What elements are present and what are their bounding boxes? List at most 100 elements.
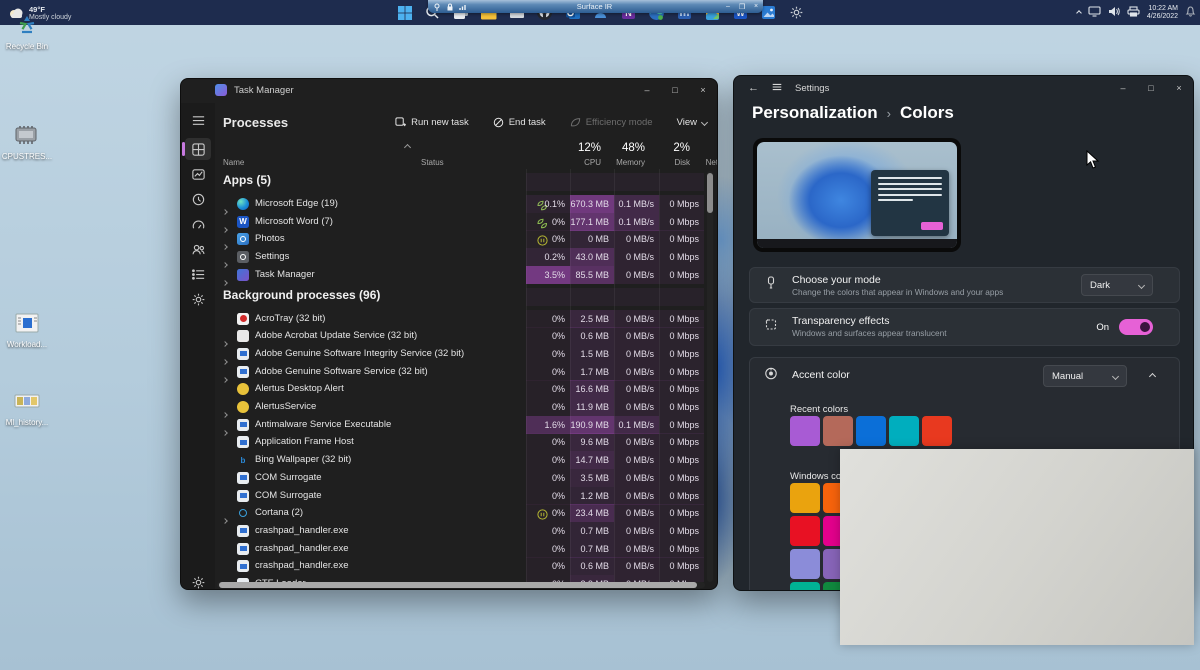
minimize-button[interactable]: – [633,79,661,101]
disk-value: 0 MB/s [614,248,659,267]
settings-titlebar[interactable]: ← Settings – □ × [734,76,1193,100]
group-header[interactable]: Background processes (96) [215,287,707,308]
windows-color-swatch-0[interactable] [790,483,820,513]
maximize-button[interactable]: □ [1137,77,1165,99]
process-row[interactable]: Alertus Desktop Alert 0% 16.6 MB 0 MB/s 0 Mb… [215,380,707,399]
view-dropdown[interactable]: View [677,117,709,128]
memory-value: 0 MB [570,230,614,249]
sidebar-item-details[interactable] [185,263,211,285]
tray-time: 10:22 AM [1148,4,1178,12]
sidebar-item-users[interactable] [185,238,211,260]
recent-color-swatch-3[interactable] [889,416,919,446]
display-icon[interactable] [1088,4,1101,22]
sidebar-item-services[interactable] [185,288,211,310]
transparency-row[interactable]: Transparency effects Windows and surface… [749,308,1180,346]
close-button[interactable]: × [689,79,717,101]
pin-icon[interactable] [433,3,441,11]
rdp-minimize-button[interactable]: – [721,3,735,10]
column-status[interactable]: Status [421,158,444,167]
process-row[interactable]: CTF Loader0%2.9 MB0 MB/s0 Mbps [215,575,707,582]
sidebar-item-menu[interactable] [185,109,211,131]
process-row[interactable]: AcroTray (32 bit) 0% 2.5 MB 0 MB/s 0 Mbps [215,309,707,328]
rdp-connection-bar[interactable]: Surface IR – ❒ × [428,0,763,13]
process-row[interactable]: COM Surrogate 0% 3.5 MB 0 MB/s 0 Mbps [215,468,707,487]
mode-dropdown[interactable]: Dark [1081,274,1153,296]
process-row[interactable]: b Bing Wallpaper (32 bit) 0% 14.7 MB 0 MB/s 0… [215,451,707,470]
process-row[interactable]: AlertusService 0% 11.9 MB 0 MB/s 0 Mbps [215,398,707,418]
process-row[interactable]: crashpad_handler.exe 0% 0.7 MB 0 MB/s 0 Mbps [215,521,707,540]
process-row[interactable]: crashpad_handler.exe 0% 0.7 MB 0 MB/s 0 Mbps [215,539,707,558]
recent-color-swatch-4[interactable] [922,416,952,446]
nav-menu-icon[interactable] [771,81,783,96]
collapse-accent-button[interactable] [1139,365,1165,387]
back-button[interactable]: ← [748,82,759,94]
process-row[interactable]: Cortana (2) 0% 23.4 MB 0 MB/s 0 Mbps [215,504,707,525]
process-row[interactable]: Microsoft Edge (19) 0.1% 670.3 MB 0.1 MB/s 0… [215,195,707,215]
vertical-scrollbar[interactable] [707,171,713,582]
recent-color-swatch-1[interactable] [823,416,853,446]
process-name: Task Manager [255,268,315,280]
transparency-toggle[interactable] [1119,319,1153,335]
windows-color-swatch-2[interactable] [790,516,820,546]
close-button[interactable]: × [1165,77,1193,99]
rdp-close-button[interactable]: × [749,3,763,10]
sidebar-item-app-history[interactable] [185,188,211,210]
recent-color-swatch-0[interactable] [790,416,820,446]
printer-icon[interactable] [1127,4,1140,22]
lock-icon [446,3,454,11]
windows-color-swatch-6[interactable] [790,582,820,590]
column-name[interactable]: Name [223,158,244,167]
recent-color-swatch-2[interactable] [856,416,886,446]
process-row[interactable]: Adobe Genuine Software Service (32 bit) 0… [215,362,707,383]
network-value: 0 Mbps [659,327,704,346]
horizontal-scrollbar[interactable] [217,582,705,588]
memory-value: 0.6 MB [570,327,614,346]
sidebar-item-processes[interactable] [182,138,211,160]
desktop-icon-workload-[interactable]: Workload... [0,308,54,349]
horizontal-scrollbar-thumb[interactable] [219,582,697,588]
windows-color-swatch-4[interactable] [790,549,820,579]
run-new-task-button[interactable]: Run new task [395,117,469,128]
taskbar-start-icon[interactable] [394,2,415,23]
expand-tray-icon[interactable] [1076,9,1082,16]
sidebar-item-performance[interactable] [185,163,211,185]
process-row[interactable]: Photos 0% 0 MB 0 MB/s 0 Mbps [215,230,707,251]
process-row[interactable]: W Microsoft Word (7) 0% 177.1 MB 0.1 MB/s 0 M… [215,212,707,233]
sidebar-item-settings[interactable] [185,571,211,589]
vertical-scrollbar-thumb[interactable] [707,173,713,213]
generic-icon [237,418,249,431]
recent-colors-label: Recent colors [790,404,849,415]
group-header[interactable]: Apps (5) [215,173,707,193]
clock[interactable]: 10:22 AM 4/26/2022 [1147,5,1178,21]
rdp-restore-button[interactable]: ❒ [735,3,749,11]
notifications-icon[interactable] [1185,4,1196,22]
process-row[interactable]: Adobe Genuine Software Integrity Service… [215,344,707,365]
speaker-icon[interactable] [1108,4,1120,22]
process-name: crashpad_handler.exe [255,542,349,554]
process-name: Microsoft Edge (19) [255,198,338,209]
process-row[interactable]: Antimalware Service Executable 1.6% 190.9 … [215,415,707,436]
process-row[interactable]: COM Surrogate 0% 1.2 MB 0 MB/s 0 Mbps [215,486,707,505]
end-task-button[interactable]: End task [493,117,546,128]
column-network[interactable]: Network [667,158,717,167]
accent-mode-dropdown[interactable]: Manual [1043,365,1127,387]
task-manager-titlebar[interactable]: Task Manager – □ × [181,79,717,101]
process-row[interactable]: Task Manager 3.5% 85.5 MB 0 MB/s 0 Mbps [215,265,707,286]
choose-mode-row[interactable]: Choose your mode Change the colors that … [749,267,1180,303]
process-row[interactable]: Settings 0.2% 43.0 MB 0 MB/s 0 Mbps [215,248,707,268]
desktop-icon-recycle-bin[interactable]: Recycle Bin [0,10,54,51]
process-row[interactable]: Application Frame Host 0% 9.6 MB 0 MB/s 0 Mb… [215,433,707,452]
sidebar-item-startup-apps[interactable] [185,213,211,235]
disk-value: 0 MB/s [614,265,659,284]
breadcrumb-personalization[interactable]: Personalization [752,103,878,123]
desktop-icon-cpustres-[interactable]: CPUSTRES... [0,120,54,161]
efficiency-mode-button[interactable]: Efficiency mode [570,117,653,128]
taskbar-settings-gear-icon[interactable] [786,2,807,23]
desktop-icon-ml-history-[interactable]: Ml_history... [0,386,54,427]
process-row[interactable]: Adobe Acrobat Update Service (32 bit) 0% 0… [215,327,707,348]
maximize-button[interactable]: □ [661,79,689,101]
alertus-icon [237,383,249,396]
accent-color-row[interactable]: Accent color Manual [750,358,1179,394]
minimize-button[interactable]: – [1109,77,1137,99]
process-row[interactable]: crashpad_handler.exe 0% 0.6 MB 0 MB/s 0 Mbps [215,557,707,576]
